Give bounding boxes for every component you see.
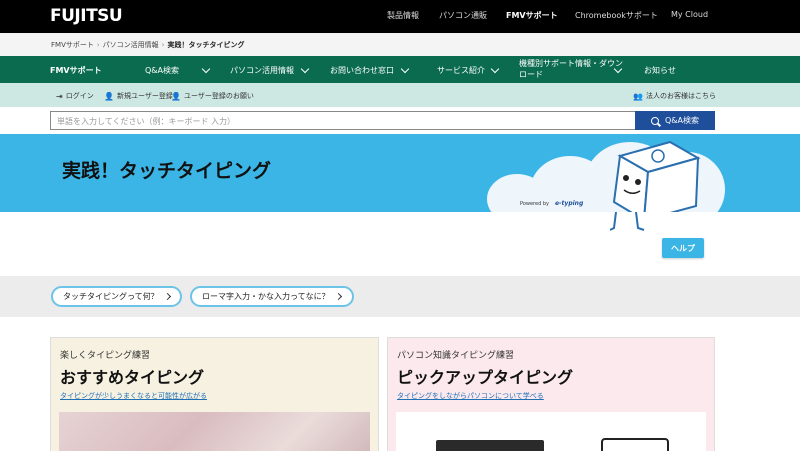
chevron-down-icon[interactable] xyxy=(490,64,500,74)
nav-pc-shop[interactable]: パソコン通販 xyxy=(439,10,487,21)
users-icon: 👥 xyxy=(633,91,643,101)
e-typing-logo[interactable]: e-typing xyxy=(555,200,583,207)
nav-contact[interactable]: お問い合わせ窓口 xyxy=(330,65,394,76)
nav-services[interactable]: サービス紹介 xyxy=(437,65,485,76)
chevron-down-icon[interactable] xyxy=(300,64,310,74)
card-title: おすすめタイピング xyxy=(60,368,205,387)
login-label: ログイン xyxy=(65,92,94,100)
faq-input-methods-label: ローマ字入力・かな入力ってなに？ xyxy=(202,292,330,301)
help-button[interactable]: ヘルプ xyxy=(662,238,704,258)
laptop-icon xyxy=(436,440,544,451)
register-link[interactable]: 👤 新規ユーザー登録 xyxy=(104,91,173,101)
nav-model-support[interactable]: 機種別サポート情報・ダウンロード xyxy=(519,58,624,80)
account-bar: ⇥ ログイン 👤 新規ユーザー登録 👤 ユーザー登録のお願い 👥 法人のお客様は… xyxy=(0,83,800,107)
keycap-mascot-icon xyxy=(612,140,701,212)
breadcrumb-fmv-support[interactable]: FMVサポート xyxy=(51,41,94,49)
mascot-legs-icon xyxy=(610,212,645,231)
faq-touch-typing-label: タッチタイピングって何？ xyxy=(63,292,159,301)
user-register-label: ユーザー登録のお願い xyxy=(183,92,254,100)
card-subtitle: 楽しくタイピング練習 xyxy=(60,351,151,361)
card-title: ピックアップタイピング xyxy=(397,368,574,387)
login-icon: ⇥ xyxy=(56,91,63,101)
chevron-down-icon[interactable] xyxy=(201,64,211,74)
breadcrumb: FMVサポート › パソコン活用情報 › 実践！タッチタイピング xyxy=(0,33,800,56)
card-photo xyxy=(396,412,706,451)
card-photo xyxy=(59,412,370,451)
powered-by: Powered by e-typing xyxy=(520,200,583,207)
nav-news[interactable]: お知らせ xyxy=(644,65,676,76)
breadcrumb-current: 実践！タッチタイピング xyxy=(167,41,245,49)
nav-pc-usage[interactable]: パソコン活用情報 xyxy=(230,65,294,76)
search-input[interactable]: 単語を入力してください（例：キーボード 入力） xyxy=(50,111,635,130)
nav-chromebook-support[interactable]: Chromebookサポート xyxy=(575,10,658,21)
page-title: 実践！タッチタイピング xyxy=(62,160,272,182)
breadcrumb-pc-guide[interactable]: パソコン活用情報 xyxy=(103,41,159,49)
corporate-link[interactable]: 👥 法人のお客様はこちら xyxy=(633,91,716,101)
card-recommended-typing[interactable]: 楽しくタイピング練習 おすすめタイピング タイピングが少しうまくなると可能性が広… xyxy=(50,337,379,451)
search-icon xyxy=(650,116,659,125)
faq-touch-typing[interactable]: タッチタイピングって何？ xyxy=(51,286,182,307)
hero-banner: 実践！タッチタイピング Powered by e-typing xyxy=(0,134,800,212)
qa-search-label: Q&A検索 xyxy=(664,116,699,125)
fujitsu-logo[interactable]: FUJITSU xyxy=(50,6,123,26)
card-subtitle: パソコン知識タイピング練習 xyxy=(397,351,515,361)
nav-qa-search[interactable]: Q&A検索 xyxy=(145,65,179,76)
keycap-icon xyxy=(601,438,669,451)
nav-my-cloud[interactable]: My Cloud xyxy=(671,10,708,19)
nav-products[interactable]: 製品情報 xyxy=(387,10,419,21)
user-add-icon: 👤 xyxy=(104,91,114,101)
card-link[interactable]: タイピングが少しうまくなると可能性が広がる xyxy=(60,391,207,401)
qa-search-button[interactable]: Q&A検索 xyxy=(635,111,715,130)
nav-fmv-support[interactable]: FMVサポート xyxy=(506,10,558,21)
fmv-support-logo[interactable]: FMVサポート xyxy=(50,65,102,76)
user-icon: 👤 xyxy=(171,91,181,101)
global-header: FUJITSU 製品情報 パソコン通販 FMVサポート Chromebookサポ… xyxy=(0,0,800,33)
chevron-right-icon xyxy=(334,292,342,301)
support-nav: FMVサポート Q&A検索 パソコン活用情報 お問い合わせ窓口 サービス紹介 機… xyxy=(0,56,800,83)
chevron-right-icon xyxy=(163,292,171,301)
user-register-link[interactable]: 👤 ユーザー登録のお願い xyxy=(171,91,254,101)
login-link[interactable]: ⇥ ログイン xyxy=(56,91,94,101)
faq-input-methods[interactable]: ローマ字入力・かな入力ってなに？ xyxy=(190,286,354,307)
powered-by-label: Powered by xyxy=(520,201,549,207)
chevron-down-icon[interactable] xyxy=(400,64,410,74)
corporate-label: 法人のお客様はこちら xyxy=(645,92,716,100)
card-pickup-typing[interactable]: パソコン知識タイピング練習 ピックアップタイピング タイピングをしながらパソコン… xyxy=(387,337,715,451)
card-link[interactable]: タイピングをしながらパソコンについて学べる xyxy=(397,391,544,401)
register-label: 新規ユーザー登録 xyxy=(116,92,173,100)
